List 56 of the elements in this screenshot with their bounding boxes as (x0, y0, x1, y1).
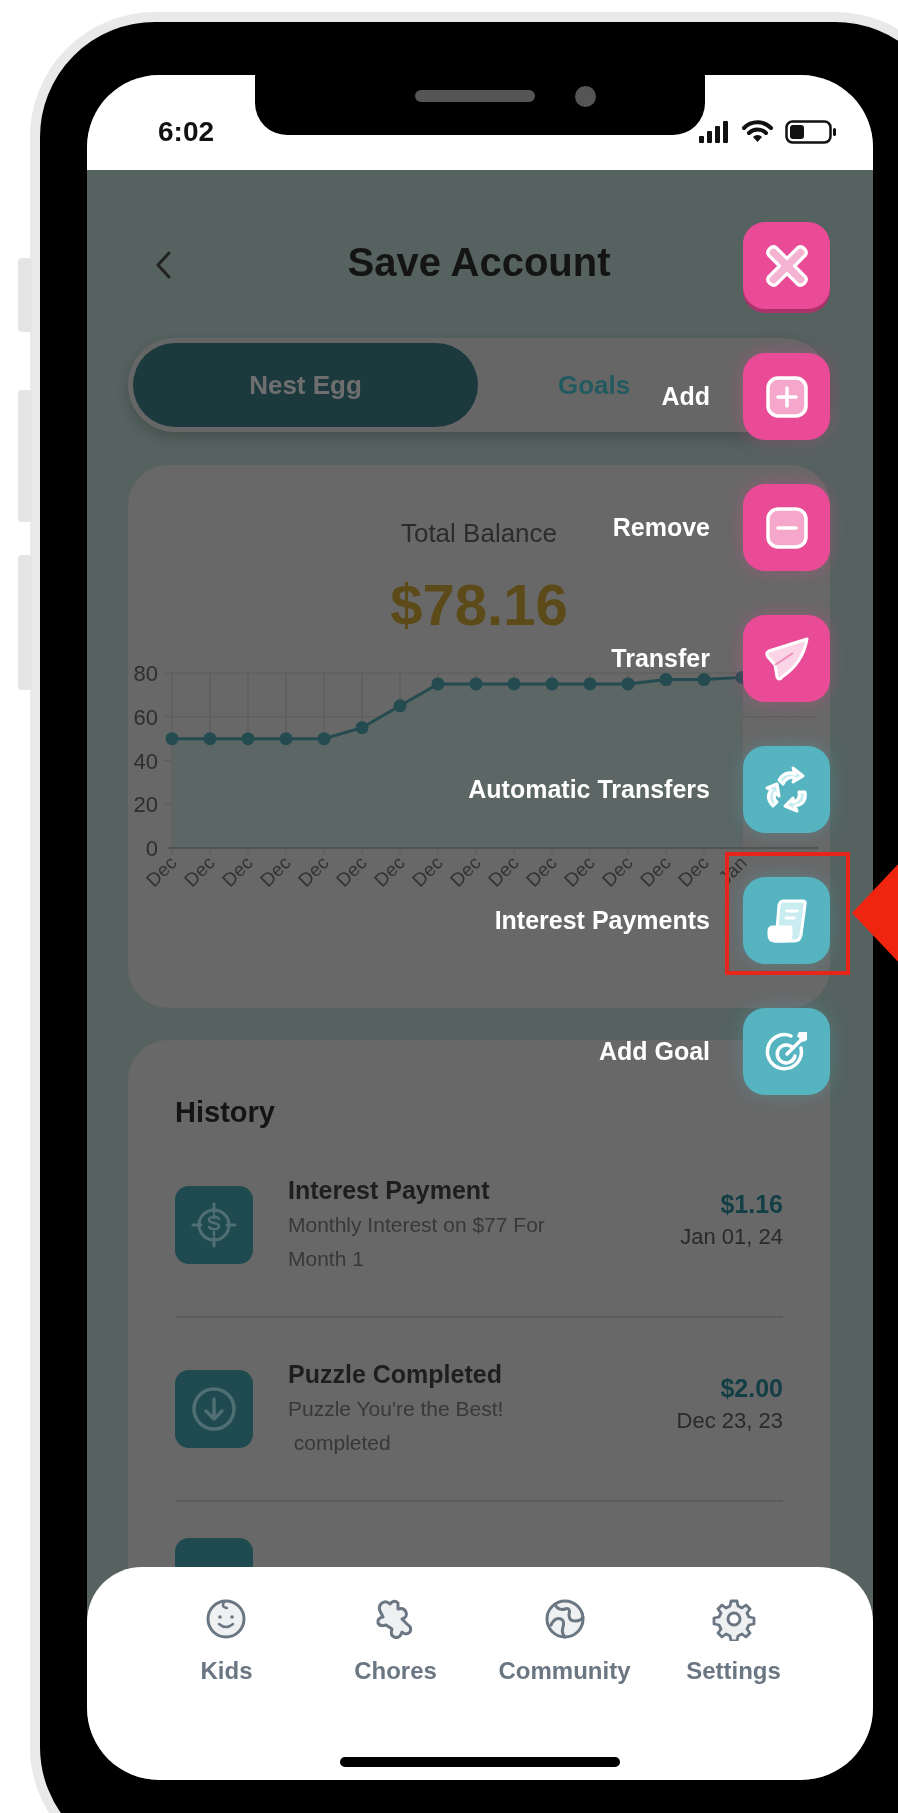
y-axis-label: 20 (133, 792, 158, 818)
action-button[interactable] (743, 484, 830, 571)
nav-tab[interactable]: Settings (686, 1597, 781, 1685)
action-label: Remove (612, 513, 710, 542)
minus-icon (763, 504, 810, 551)
camera-dot (575, 86, 596, 107)
action-label: Add (661, 382, 710, 411)
action-label: Interest Payments (494, 906, 710, 935)
data-point (545, 677, 559, 691)
y-axis-label: 80 (133, 661, 158, 686)
action-button[interactable] (743, 353, 830, 440)
action-button[interactable] (743, 746, 830, 833)
data-point (393, 699, 407, 713)
data-point (469, 677, 483, 691)
settings-icon (711, 1597, 756, 1641)
data-point (241, 732, 255, 746)
action-label: Add Goal (598, 1037, 710, 1066)
tab[interactable]: Nest Egg (133, 343, 478, 427)
transaction-amount: $1.16 (719, 1189, 783, 1220)
dollar-target-icon (175, 1186, 253, 1264)
action-button[interactable] (743, 1008, 830, 1095)
data-point (697, 673, 711, 687)
data-point (203, 732, 217, 746)
battery-icon (785, 119, 838, 144)
transaction-title: Puzzle Completed (288, 1359, 503, 1390)
page-title: Save Account (346, 240, 612, 284)
transaction-title: Interest Payment (288, 1175, 491, 1206)
y-axis-label: 0 (145, 836, 158, 861)
action-label: Automatic Transfers (468, 775, 710, 804)
data-point (279, 732, 293, 746)
data-point (355, 721, 369, 735)
transaction-date: Jan 01, 24 (680, 1223, 783, 1251)
data-point (317, 732, 331, 746)
data-point (431, 677, 445, 691)
status-time: 6:02 (158, 115, 215, 148)
balance-amount: $78.16 (390, 573, 568, 637)
y-axis-label: 60 (133, 704, 158, 730)
nav-tab[interactable]: Community (498, 1597, 631, 1685)
data-point (507, 677, 521, 691)
back-chevron-icon[interactable] (154, 250, 172, 280)
action-button[interactable] (743, 615, 830, 702)
balance-label: Total Balance (400, 517, 558, 550)
wifi-icon (742, 120, 773, 143)
action-label: Transfer (611, 644, 710, 673)
nav-tab[interactable]: Kids (200, 1597, 253, 1685)
data-point (165, 732, 179, 746)
signal-icon (699, 120, 730, 143)
nav-tab[interactable]: Chores (354, 1597, 437, 1685)
data-point (659, 673, 673, 687)
transaction-date: Dec 23, 23 (676, 1407, 783, 1435)
y-axis-label: 40 (133, 748, 158, 774)
data-point (621, 677, 635, 691)
plus-icon (763, 373, 810, 420)
transaction-amount: $2.00 (719, 1373, 783, 1404)
data-point (583, 677, 597, 691)
section-title: History (175, 1095, 276, 1130)
